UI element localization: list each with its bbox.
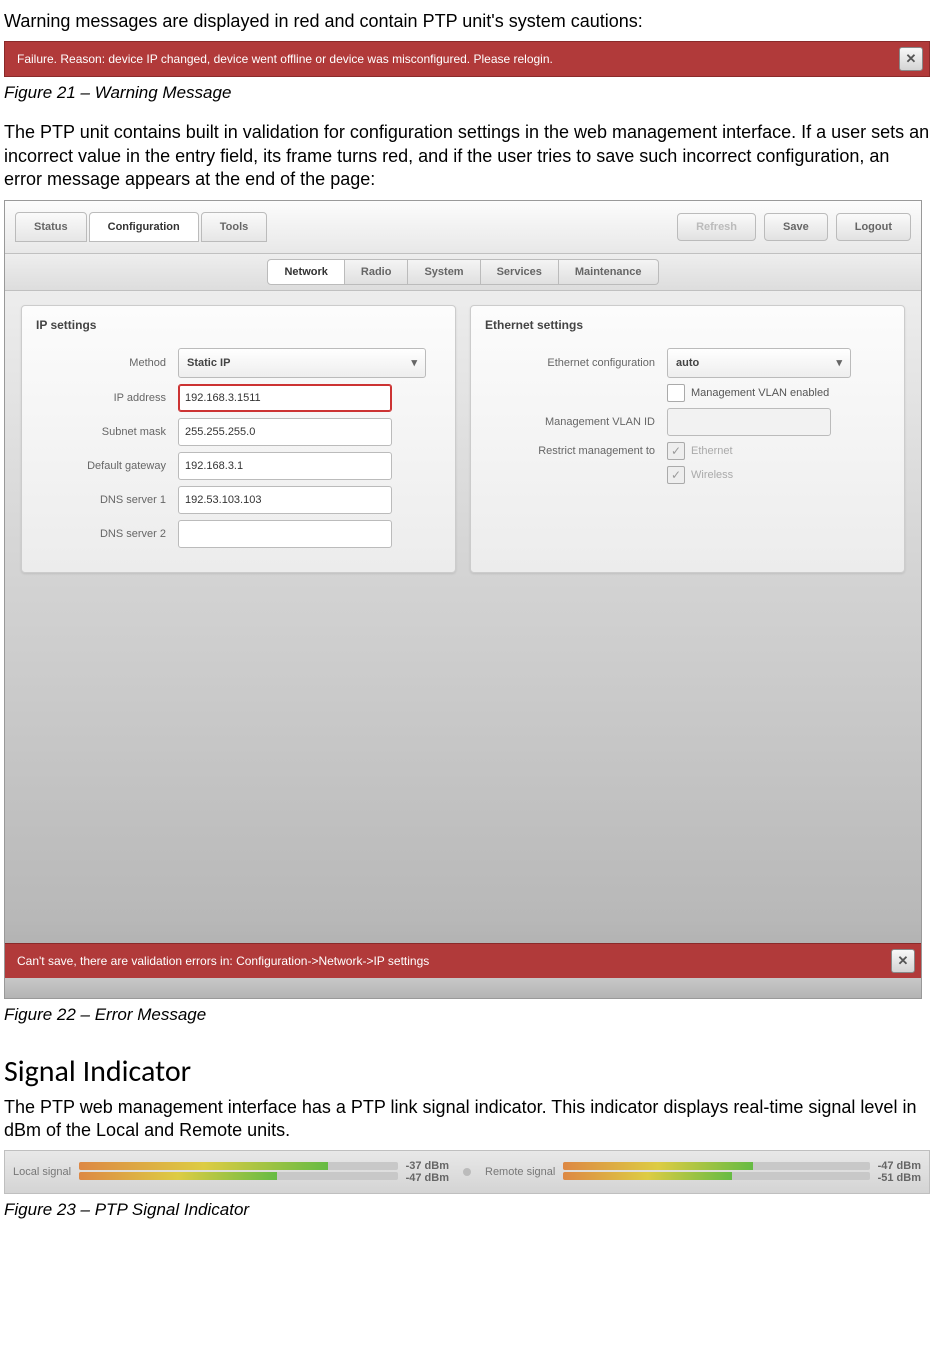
- figure21-caption: Figure 21 – Warning Message: [4, 83, 930, 103]
- restrict-wireless-checkbox: ✓: [667, 466, 685, 484]
- close-icon[interactable]: ✕: [891, 949, 915, 973]
- config-screenshot: Status Configuration Tools Refresh Save …: [4, 200, 922, 999]
- restrict-label: Restrict management to: [485, 445, 667, 457]
- gateway-label: Default gateway: [36, 460, 178, 472]
- eth-cfg-select[interactable]: auto: [667, 348, 851, 378]
- dns2-input[interactable]: [178, 520, 392, 548]
- figure23-caption: Figure 23 – PTP Signal Indicator: [4, 1200, 930, 1220]
- remote-top-value: -47 dBm: [878, 1160, 921, 1172]
- logout-button[interactable]: Logout: [836, 213, 911, 241]
- warning-text: Failure. Reason: device IP changed, devi…: [17, 52, 553, 66]
- main-tabs: Status Configuration Tools: [15, 212, 269, 242]
- subtab-network[interactable]: Network: [267, 259, 344, 285]
- dns1-input[interactable]: [178, 486, 392, 514]
- ip-address-input[interactable]: [178, 384, 392, 412]
- vlan-id-label: Management VLAN ID: [485, 416, 667, 428]
- dns2-label: DNS server 2: [36, 528, 178, 540]
- eth-cfg-label: Ethernet configuration: [485, 357, 667, 369]
- tab-status[interactable]: Status: [15, 212, 87, 242]
- local-bot-value: -47 dBm: [406, 1172, 449, 1184]
- signal-indicator-bar: Local signal -37 dBm -47 dBm Remote sign…: [4, 1150, 930, 1194]
- figure22-caption: Figure 22 – Error Message: [4, 1005, 930, 1025]
- restrict-wireless-label: Wireless: [691, 469, 733, 481]
- dns1-label: DNS server 1: [36, 494, 178, 506]
- ip-label: IP address: [36, 392, 178, 404]
- save-button[interactable]: Save: [764, 213, 828, 241]
- remote-signal-label: Remote signal: [485, 1166, 555, 1178]
- vlan-enabled-label: Management VLAN enabled: [691, 387, 829, 399]
- restrict-ethernet-checkbox: ✓: [667, 442, 685, 460]
- vlan-enabled-checkbox[interactable]: [667, 384, 685, 402]
- subnet-mask-input[interactable]: [178, 418, 392, 446]
- refresh-button: Refresh: [677, 213, 756, 241]
- signal-heading: Signal Indicator: [4, 1053, 930, 1090]
- ip-settings-panel: IP settings Method Static IP IP address …: [21, 305, 456, 573]
- error-bar: Can't save, there are validation errors …: [5, 943, 921, 978]
- gateway-input[interactable]: [178, 452, 392, 480]
- tab-configuration[interactable]: Configuration: [89, 212, 199, 242]
- local-top-value: -37 dBm: [406, 1160, 449, 1172]
- method-select[interactable]: Static IP: [178, 348, 426, 378]
- eth-title: Ethernet settings: [485, 318, 890, 332]
- intro-paragraph: Warning messages are displayed in red an…: [4, 10, 930, 33]
- ethernet-panel: Ethernet settings Ethernet configuration…: [470, 305, 905, 573]
- subtab-system[interactable]: System: [408, 259, 480, 285]
- tab-tools[interactable]: Tools: [201, 212, 268, 242]
- sub-nav: Network Radio System Services Maintenanc…: [5, 254, 921, 291]
- subtab-radio[interactable]: Radio: [345, 259, 409, 285]
- restrict-ethernet-label: Ethernet: [691, 445, 733, 457]
- divider-dot-icon: [463, 1168, 471, 1176]
- warning-bar: Failure. Reason: device IP changed, devi…: [4, 41, 930, 77]
- error-text: Can't save, there are validation errors …: [17, 954, 429, 968]
- remote-signal-meter: [563, 1160, 869, 1184]
- signal-paragraph: The PTP web management interface has a P…: [4, 1096, 930, 1143]
- mask-label: Subnet mask: [36, 426, 178, 438]
- local-signal-meter: [79, 1160, 398, 1184]
- top-bar: Status Configuration Tools Refresh Save …: [5, 201, 921, 254]
- close-icon[interactable]: ✕: [899, 47, 923, 71]
- ip-settings-title: IP settings: [36, 318, 441, 332]
- subtab-maintenance[interactable]: Maintenance: [559, 259, 659, 285]
- vlan-id-input: [667, 408, 831, 436]
- validation-paragraph: The PTP unit contains built in validatio…: [4, 121, 930, 191]
- remote-bot-value: -51 dBm: [878, 1172, 921, 1184]
- local-signal-label: Local signal: [13, 1166, 71, 1178]
- method-label: Method: [36, 357, 178, 369]
- subtab-services[interactable]: Services: [481, 259, 559, 285]
